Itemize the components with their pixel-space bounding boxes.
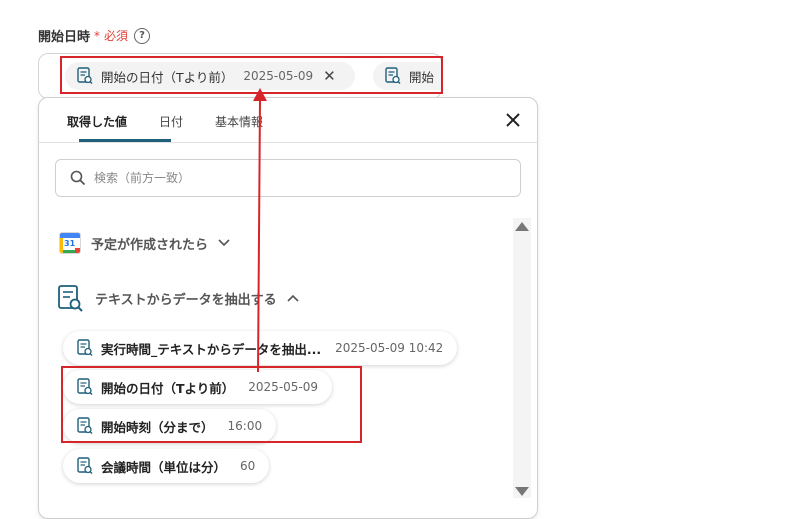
- annotation-arrow: [253, 88, 267, 373]
